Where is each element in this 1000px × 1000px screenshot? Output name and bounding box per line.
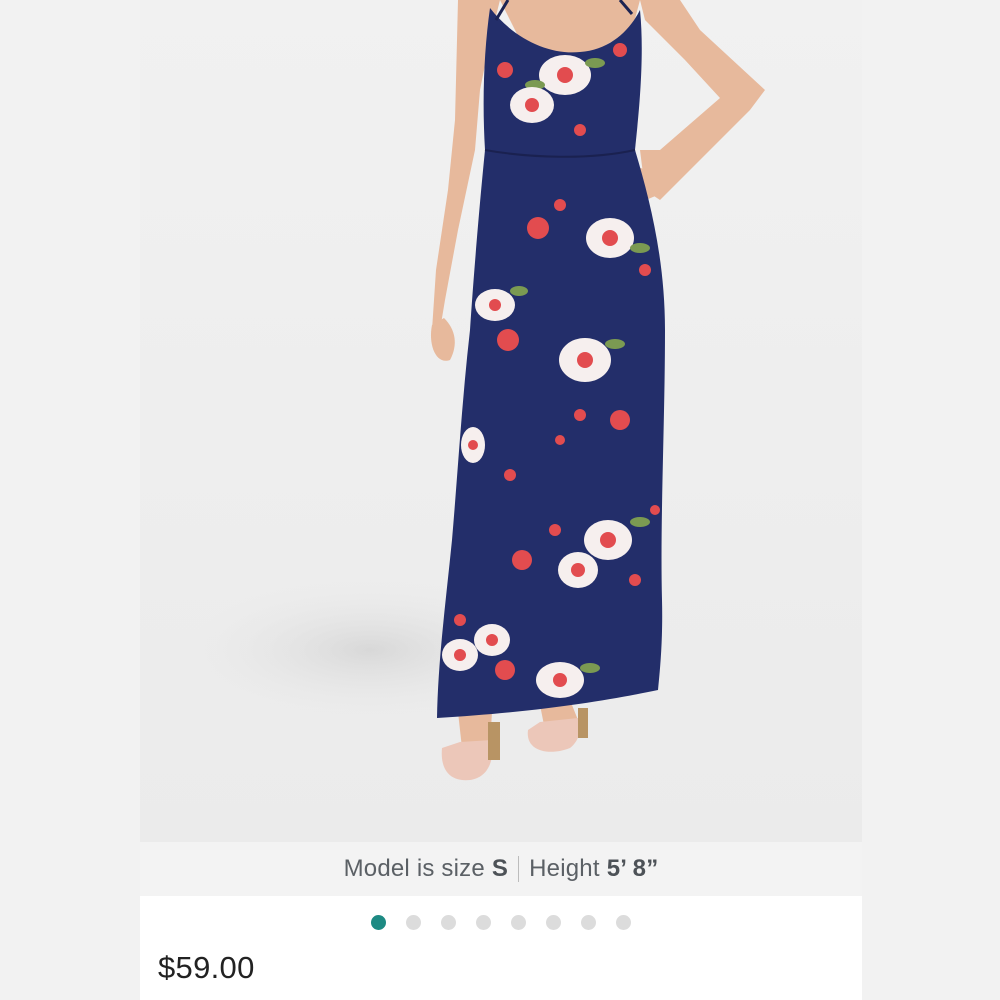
product-card: Model is size S Height 5’ 8” $59.00 [140, 0, 862, 1000]
carousel-dot[interactable] [546, 914, 561, 930]
height-label: Height [529, 855, 600, 882]
product-price: $59.00 [158, 950, 255, 985]
model-size-caption: Model is size S Height 5’ 8” [140, 842, 862, 896]
carousel-dot[interactable] [476, 914, 491, 930]
caption-prefix: Model is size [343, 855, 485, 882]
model-height-value: 5’ 8” [606, 855, 659, 882]
carousel-indicators [140, 912, 862, 932]
product-image[interactable] [140, 0, 862, 842]
carousel-dot[interactable] [441, 914, 456, 930]
carousel-dot[interactable] [371, 914, 386, 930]
carousel-dot[interactable] [511, 914, 526, 930]
model-size-value: S [491, 855, 509, 882]
dress-illustration [180, 0, 765, 781]
carousel-dot[interactable] [406, 914, 421, 930]
caption-divider [518, 856, 520, 882]
carousel-dot[interactable] [616, 914, 631, 930]
left-margin [0, 0, 140, 1000]
right-margin [862, 0, 1000, 1000]
carousel-dot[interactable] [581, 914, 596, 930]
